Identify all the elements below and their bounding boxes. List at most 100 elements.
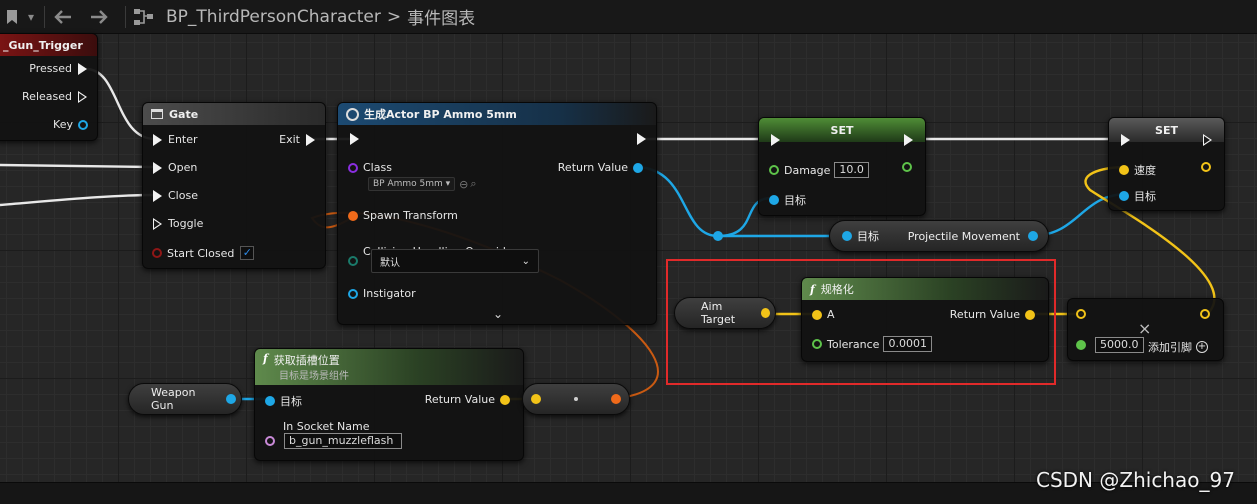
enum-pin-icon[interactable]	[348, 256, 358, 266]
vector-reroute-node[interactable]	[522, 383, 630, 415]
exec-pin-icon[interactable]	[350, 133, 359, 145]
exec-pin-icon[interactable]	[1121, 134, 1130, 146]
spawn-transform-pin[interactable]: Spawn Transform	[348, 209, 458, 222]
tolerance-field[interactable]: 0.0001	[883, 336, 932, 352]
set-exec-out[interactable]	[1197, 134, 1218, 146]
class-pin-icon[interactable]	[348, 162, 358, 173]
exec-pin-icon[interactable]	[78, 62, 87, 75]
spawn-actor-node[interactable]: 生成Actor BP Ammo 5mm Class BP Ammo 5mm ▾ …	[337, 102, 657, 325]
float-pin-icon[interactable]	[769, 165, 779, 175]
start-closed-pin[interactable]: Start Closed ✓	[147, 246, 255, 260]
return-value-pin[interactable]: Return Value	[425, 393, 515, 406]
struct-pin-icon[interactable]	[348, 210, 358, 221]
close-pin[interactable]: Close	[147, 189, 198, 202]
toggle-pin[interactable]: Toggle	[147, 217, 203, 230]
search-icon[interactable]: ⌕	[470, 177, 476, 191]
vector-pin-icon[interactable]	[1076, 309, 1086, 319]
struct-pin-icon[interactable]	[611, 394, 621, 404]
vector-pin-icon[interactable]	[760, 308, 770, 318]
set-damage-node[interactable]: SET Damage 10.0 目标	[758, 117, 926, 216]
a-pin[interactable]: A	[812, 308, 835, 321]
exit-pin[interactable]: Exit	[279, 133, 321, 146]
class-select[interactable]: BP Ammo 5mm ▾ ⊖ ⌕	[368, 177, 477, 191]
target-pin[interactable]: 目标	[769, 192, 806, 208]
exec-pin-icon[interactable]	[771, 134, 780, 146]
expand-chevron-icon[interactable]: ⌄	[493, 307, 503, 321]
add-circle-icon[interactable]: +	[1196, 341, 1208, 353]
start-closed-checkbox[interactable]: ✓	[240, 246, 255, 260]
socket-name-field[interactable]: b_gun_muzzleflash	[284, 433, 402, 449]
object-pin-icon[interactable]	[633, 162, 643, 173]
normalize-node[interactable]: f 规格化 A Return Value Tolerance 0.0001	[801, 277, 1049, 362]
vector-pin-icon[interactable]	[812, 309, 822, 320]
set-speed-node[interactable]: SET 速度 目标	[1108, 117, 1225, 211]
float-pin-icon[interactable]	[812, 339, 822, 349]
set-exec-in[interactable]	[1115, 134, 1136, 146]
socket-name-pin[interactable]: In Socket Name	[283, 420, 369, 433]
exec-pin-icon[interactable]	[153, 189, 162, 202]
damage-field[interactable]: 10.0	[834, 162, 869, 178]
speed-pin[interactable]: 速度	[1119, 162, 1156, 178]
float-pin-icon[interactable]	[902, 162, 912, 172]
use-selected-icon[interactable]: ⊖	[459, 178, 468, 191]
exec-pin-icon[interactable]	[153, 161, 162, 174]
return-value-pin[interactable]: Return Value	[950, 308, 1040, 321]
exec-pin-icon[interactable]	[153, 133, 162, 146]
multiply-node[interactable]: × 5000.0 添加引脚 +	[1067, 298, 1224, 361]
released-pin[interactable]: Released	[22, 90, 93, 103]
object-pin-icon[interactable]	[842, 231, 852, 241]
multiply-out-pin[interactable]	[1195, 309, 1215, 319]
object-pin-icon[interactable]	[265, 396, 275, 406]
vector-pin-icon[interactable]	[1201, 162, 1211, 172]
enter-pin[interactable]: Enter	[147, 133, 198, 146]
target-pin[interactable]: 目标	[1119, 188, 1156, 204]
bool-pin-icon[interactable]	[152, 248, 162, 258]
pressed-pin[interactable]: Pressed	[29, 62, 93, 75]
key-pin-icon[interactable]	[78, 119, 88, 130]
exec-pin-icon[interactable]	[1203, 134, 1212, 146]
object-pin-icon[interactable]	[769, 195, 779, 205]
spawn-exec-in[interactable]	[344, 133, 365, 145]
exec-pin-icon[interactable]	[306, 133, 315, 146]
multiply-b-pin[interactable]: 5000.0	[1076, 337, 1144, 353]
vector-pin-icon[interactable]	[531, 394, 541, 404]
multiply-in-pin[interactable]	[1076, 309, 1091, 319]
add-pin-button[interactable]: 添加引脚 +	[1148, 339, 1208, 355]
name-pin-icon[interactable]	[265, 436, 275, 446]
vector-pin-icon[interactable]	[1200, 309, 1210, 319]
weapon-gun-getter[interactable]: Weapon Gun	[128, 383, 242, 415]
exec-pin-icon[interactable]	[904, 134, 913, 146]
input-action-node[interactable]: _Gun_Trigger Pressed Released Key	[0, 33, 98, 141]
aim-target-getter[interactable]: Aim Target	[674, 297, 776, 329]
exec-pin-icon[interactable]	[153, 217, 162, 230]
object-pin-icon[interactable]	[1119, 191, 1129, 201]
set-exec-out[interactable]	[898, 134, 919, 146]
get-socket-location-node[interactable]: f 获取插槽位置 目标是场景组件 目标 Return Value In Sock…	[254, 348, 524, 461]
damage-out-pin[interactable]	[897, 162, 917, 172]
open-pin[interactable]: Open	[147, 161, 197, 174]
exec-pin-icon[interactable]	[637, 133, 646, 145]
speed-out-pin[interactable]	[1196, 162, 1216, 172]
class-dropdown[interactable]: BP Ammo 5mm ▾	[368, 177, 456, 191]
set-exec-in[interactable]	[765, 134, 786, 146]
object-pin-icon[interactable]	[348, 288, 358, 299]
socket-name-input[interactable]: b_gun_muzzleflash	[265, 433, 402, 449]
instigator-pin[interactable]: Instigator	[348, 287, 416, 300]
object-pin-icon[interactable]	[226, 394, 236, 404]
vector-pin-icon[interactable]	[1025, 309, 1035, 320]
spawn-exec-out[interactable]	[631, 133, 652, 145]
tolerance-pin[interactable]: Tolerance 0.0001	[812, 336, 932, 352]
damage-pin[interactable]: Damage 10.0	[769, 162, 869, 178]
vector-pin-icon[interactable]	[500, 394, 510, 405]
class-pin[interactable]: Class	[348, 161, 392, 174]
float-pin-icon[interactable]	[1076, 340, 1086, 350]
key-pin[interactable]: Key	[53, 118, 93, 131]
multiply-value-field[interactable]: 5000.0	[1095, 337, 1144, 353]
projectile-movement-getter[interactable]: 目标 Projectile Movement	[829, 220, 1049, 252]
target-pin[interactable]: 目标	[265, 393, 302, 409]
return-value-pin[interactable]: Return Value	[558, 161, 648, 174]
object-pin-icon[interactable]	[1028, 231, 1038, 241]
exec-pin-icon[interactable]	[78, 90, 87, 103]
gate-node[interactable]: Gate Enter Exit Open Close Toggle Start …	[142, 102, 326, 269]
vector-pin-icon[interactable]	[1119, 165, 1129, 175]
